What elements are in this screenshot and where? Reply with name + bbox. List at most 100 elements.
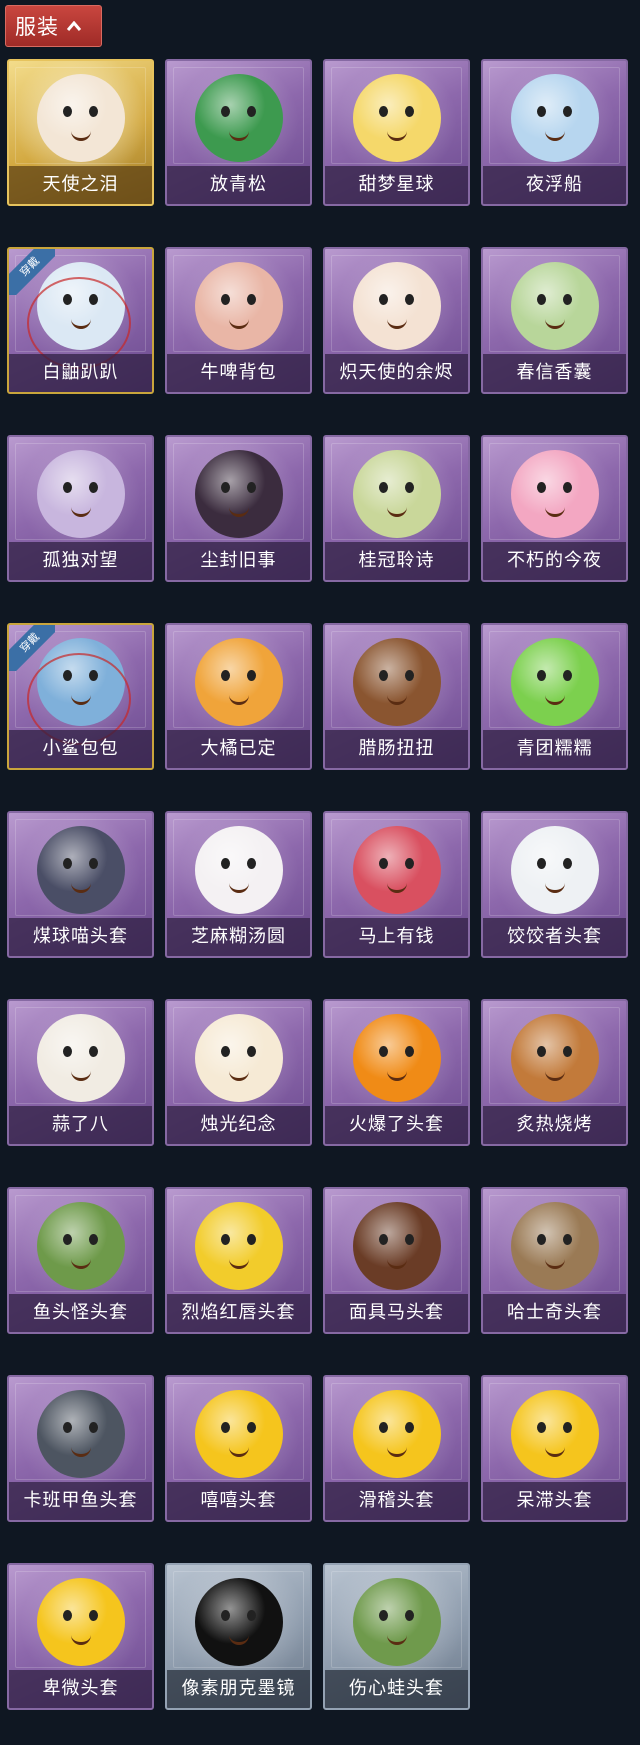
horse-mask-icon	[352, 1202, 441, 1290]
outfit-card[interactable]: 饺饺者头套	[481, 811, 628, 958]
outfit-card-label: 大橘已定	[167, 730, 310, 768]
outfit-card[interactable]: 烈焰红唇头套	[165, 1187, 312, 1334]
outfit-card-label: 春信香囊	[483, 354, 626, 392]
moon-fox-icon	[352, 74, 441, 162]
outfit-card[interactable]: 青团糯糯	[481, 623, 628, 770]
dumpling-icon	[194, 826, 283, 914]
fish-head-icon	[36, 1202, 125, 1290]
outfit-card[interactable]: 哈士奇头套	[481, 1187, 628, 1334]
yellow-mask-icon	[194, 1202, 283, 1290]
outfit-card-label: 火爆了头套	[325, 1106, 468, 1144]
outfit-card[interactable]: 烛光纪念	[165, 999, 312, 1146]
outfit-grid: 天使之泪 放青松 甜梦星球 夜浮船 穿戴 白鼬趴趴 牛啤背包 炽天使的余烬 春信香囊 孤独对望 尘封…	[7, 59, 628, 1710]
outfit-card-label: 尘封旧事	[167, 542, 310, 580]
equipped-badge-label: 穿戴	[9, 249, 55, 295]
outfit-card-label: 呆滞头套	[483, 1482, 626, 1520]
outfit-card-label: 炽天使的余烬	[325, 354, 468, 392]
outfit-card[interactable]: 天使之泪	[7, 59, 154, 206]
outfit-card[interactable]: 腊肠扭扭	[323, 623, 470, 770]
outfit-card[interactable]: 穿戴 白鼬趴趴	[7, 247, 154, 394]
whale-icon	[36, 1390, 125, 1478]
outfit-card[interactable]: 不朽的今夜	[481, 435, 628, 582]
outfit-card-label: 像素朋克墨镜	[167, 1670, 310, 1708]
outfit-card[interactable]: 穿戴 小鲨包包	[7, 623, 154, 770]
outfit-card-label: 烈焰红唇头套	[167, 1294, 310, 1332]
outfit-card-label: 牛啤背包	[167, 354, 310, 392]
outfit-card-label: 天使之泪	[9, 166, 152, 204]
outfit-card[interactable]: 马上有钱	[323, 811, 470, 958]
outfit-card[interactable]: 卡班甲鱼头套	[7, 1375, 154, 1522]
angel-doll-icon	[36, 74, 125, 162]
husky-icon	[510, 1202, 599, 1290]
outfit-card-label: 嘻嘻头套	[167, 1482, 310, 1520]
candle-icon	[194, 1014, 283, 1102]
dachshund-icon	[352, 638, 441, 726]
section-title: 服装	[15, 15, 59, 39]
outfit-card-label: 鱼头怪头套	[9, 1294, 152, 1332]
outfit-card-label: 青团糯糯	[483, 730, 626, 768]
outfit-card-label: 卑微头套	[9, 1670, 152, 1708]
outfit-card-label: 腊肠扭扭	[325, 730, 468, 768]
outfit-card-label: 蒜了八	[9, 1106, 152, 1144]
outfit-card[interactable]: 尘封旧事	[165, 435, 312, 582]
outfit-card-label: 卡班甲鱼头套	[9, 1482, 152, 1520]
outfit-card[interactable]: 卑微头套	[7, 1563, 154, 1710]
seraph-girl-icon	[352, 262, 441, 350]
beer-cow-icon	[194, 262, 283, 350]
outfit-card[interactable]: 孤独对望	[7, 435, 154, 582]
black-cat-icon	[36, 826, 125, 914]
sad-frog-icon	[352, 1578, 441, 1666]
outfit-card[interactable]: 甜梦星球	[323, 59, 470, 206]
outfit-card-label: 炙热烧烤	[483, 1106, 626, 1144]
green-mochi-icon	[510, 638, 599, 726]
outfit-card-label: 放青松	[167, 166, 310, 204]
outfit-card[interactable]: 面具马头套	[323, 1187, 470, 1334]
orange-slice-icon	[194, 638, 283, 726]
outfit-card-label: 烛光纪念	[167, 1106, 310, 1144]
outfit-card-label: 滑稽头套	[325, 1482, 468, 1520]
outfit-card[interactable]: 炽天使的余烬	[323, 247, 470, 394]
chevron-up-icon	[67, 21, 81, 31]
outfit-card[interactable]: 桂冠聆诗	[323, 435, 470, 582]
garlic-icon	[36, 1014, 125, 1102]
stare-emoji-icon	[510, 1390, 599, 1478]
pixel-sunglasses-icon	[194, 1578, 283, 1666]
grin-emoji-icon	[194, 1390, 283, 1478]
outfit-card[interactable]: 滑稽头套	[323, 1375, 470, 1522]
fire-icon	[352, 1014, 441, 1102]
outfit-card-label: 面具马头套	[325, 1294, 468, 1332]
outfit-card[interactable]: 春信香囊	[481, 247, 628, 394]
outfit-card[interactable]: 嘻嘻头套	[165, 1375, 312, 1522]
outfit-card[interactable]: 呆滞头套	[481, 1375, 628, 1522]
outfit-card[interactable]: 鱼头怪头套	[7, 1187, 154, 1334]
outfit-card[interactable]: 牛啤背包	[165, 247, 312, 394]
red-horse-icon	[352, 826, 441, 914]
outfit-card-label: 煤球喵头套	[9, 918, 152, 956]
outfit-card[interactable]: 炙热烧烤	[481, 999, 628, 1146]
bbq-meat-icon	[510, 1014, 599, 1102]
outfit-card[interactable]: 像素朋克墨镜	[165, 1563, 312, 1710]
outfit-card-label: 甜梦星球	[325, 166, 468, 204]
outfit-card[interactable]: 大橘已定	[165, 623, 312, 770]
crystal-doll-icon	[36, 450, 125, 538]
outfit-card[interactable]: 芝麻糊汤圆	[165, 811, 312, 958]
smirk-emoji-icon	[352, 1390, 441, 1478]
sachet-icon	[510, 262, 599, 350]
outfit-card-label: 饺饺者头套	[483, 918, 626, 956]
outfit-card[interactable]: 夜浮船	[481, 59, 628, 206]
outfit-card-label: 伤心蛙头套	[325, 1670, 468, 1708]
outfit-card-label: 小鲨包包	[9, 730, 152, 768]
humble-emoji-icon	[36, 1578, 125, 1666]
outfit-card[interactable]: 蒜了八	[7, 999, 154, 1146]
jellyfish-icon	[510, 74, 599, 162]
outfit-section-toggle[interactable]: 服装	[5, 5, 102, 47]
outfit-card-label: 桂冠聆诗	[325, 542, 468, 580]
cloud-dumpling-icon	[510, 826, 599, 914]
outfit-card-label: 白鼬趴趴	[9, 354, 152, 392]
equipped-badge: 穿戴	[9, 249, 55, 295]
outfit-card[interactable]: 放青松	[165, 59, 312, 206]
outfit-card[interactable]: 火爆了头套	[323, 999, 470, 1146]
outfit-card[interactable]: 煤球喵头套	[7, 811, 154, 958]
outfit-card[interactable]: 伤心蛙头套	[323, 1563, 470, 1710]
equipped-badge-label: 穿戴	[9, 625, 55, 671]
